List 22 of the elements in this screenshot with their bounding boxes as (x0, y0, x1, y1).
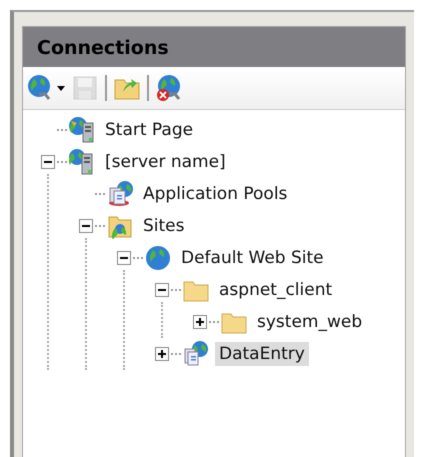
globe-icon (145, 245, 171, 271)
collapse-toggle[interactable] (117, 251, 131, 265)
tree-item[interactable]: aspnet_client (215, 278, 336, 302)
server-icon (69, 149, 95, 175)
panel-title: Connections (23, 27, 405, 67)
application-icon (183, 341, 209, 367)
collapse-toggle[interactable] (155, 283, 169, 297)
expand-toggle[interactable] (155, 347, 169, 361)
tree-item[interactable]: [server name] (101, 150, 230, 174)
expand-toggle[interactable] (193, 315, 207, 329)
tree-item[interactable]: Default Web Site (177, 246, 328, 270)
globe-connect-icon[interactable] (27, 74, 65, 102)
app-pool-icon (107, 181, 133, 207)
tree-item[interactable]: system_web (253, 310, 366, 334)
collapse-toggle[interactable] (79, 219, 93, 233)
globe-disconnect-icon[interactable] (155, 74, 183, 102)
server-globe-icon (69, 117, 95, 143)
tree-item[interactable]: Start Page (101, 118, 198, 142)
tree-item[interactable]: Application Pools (139, 182, 292, 206)
tree-item[interactable]: DataEntry (215, 342, 309, 366)
tree-item[interactable]: Sites (139, 214, 188, 238)
collapse-toggle[interactable] (41, 155, 55, 169)
